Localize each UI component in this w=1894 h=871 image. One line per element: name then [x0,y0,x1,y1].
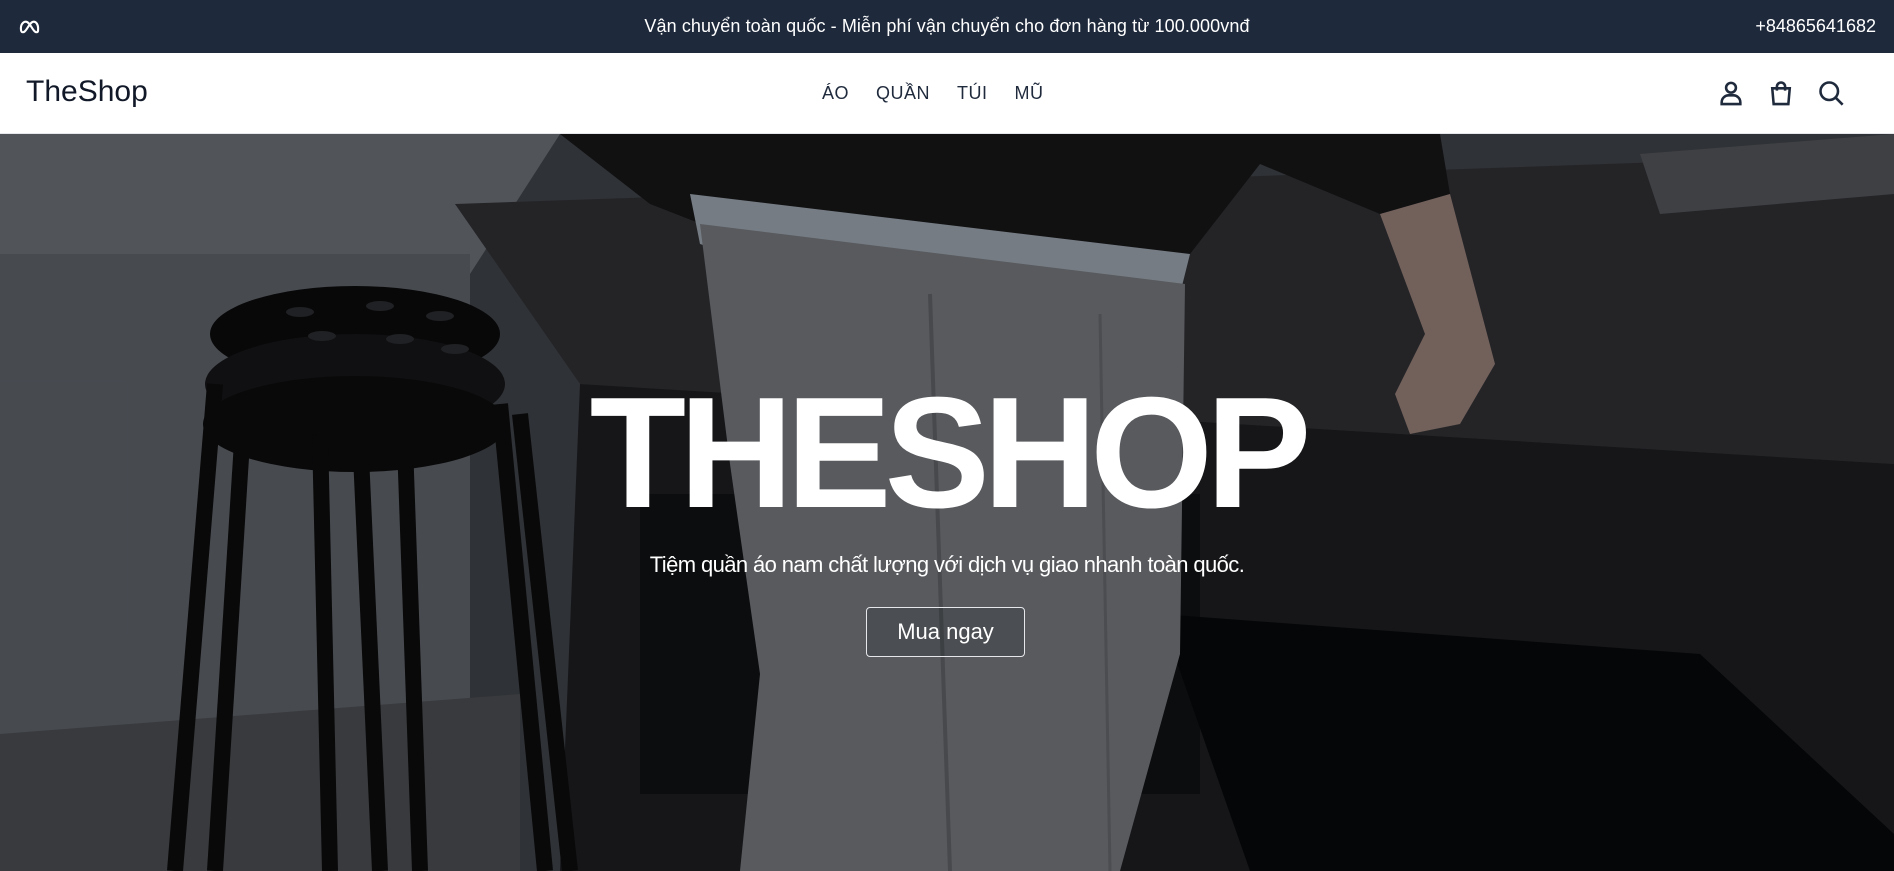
search-icon[interactable] [1817,77,1845,109]
nav-item-tui[interactable]: TÚI [957,83,988,104]
brand-logo[interactable]: TheShop [26,75,148,109]
hero-subtitle: Tiệm quần áo nam chất lượng với dịch vụ … [649,552,1245,577]
header-actions [1717,77,1845,109]
meta-infinity-icon[interactable] [18,15,41,38]
hero-title: THESHOP [589,365,1312,541]
nav-item-ao[interactable]: ÁO [822,83,849,104]
announcement-bar: Vận chuyển toàn quốc - Miễn phí vận chuy… [0,0,1894,53]
phone-number[interactable]: +84865641682 [1755,16,1876,37]
user-icon[interactable] [1717,77,1745,109]
site-header: TheShop ÁO QUẦN TÚI MŨ [0,53,1894,134]
nav-item-quan[interactable]: QUẦN [876,83,930,104]
nav-item-mu[interactable]: MŨ [1015,83,1044,104]
hero-banner: THESHOP Tiệm quần áo nam chất lượng với … [0,134,1894,871]
shopping-bag-icon[interactable] [1767,77,1795,109]
shop-now-button[interactable]: Mua ngay [866,607,1025,657]
announcement-text: Vận chuyển toàn quốc - Miễn phí vận chuy… [644,16,1250,36]
main-nav: ÁO QUẦN TÚI MŨ [822,83,1071,104]
